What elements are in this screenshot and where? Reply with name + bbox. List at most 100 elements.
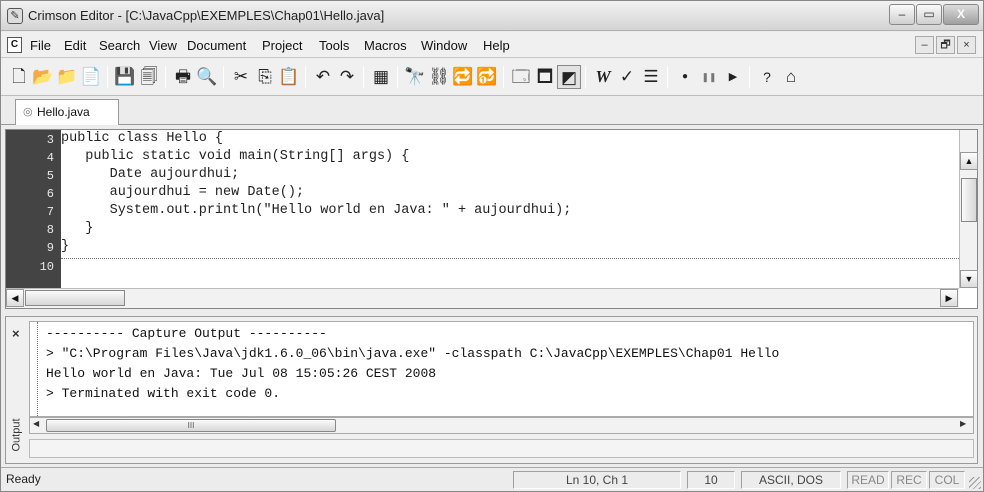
- status-column-mode: COL: [929, 471, 965, 489]
- print-icon[interactable]: 🖶: [171, 65, 195, 89]
- output-scroll-right-button[interactable]: ▶: [960, 419, 966, 428]
- scroll-up-button[interactable]: ▲: [960, 152, 978, 170]
- output-scroll-left-button[interactable]: ◀: [33, 419, 39, 428]
- output-horizontal-scrollbar[interactable]: ◀ III ▶: [29, 417, 974, 434]
- line-number: 3: [46, 133, 54, 147]
- line-number: 5: [46, 169, 54, 183]
- open-file-icon[interactable]: 📄: [79, 65, 103, 89]
- menu-window[interactable]: Window: [421, 38, 467, 53]
- find-next-icon[interactable]: ⛓: [427, 65, 451, 89]
- code-line: public static void main(String[] args) {: [61, 149, 410, 164]
- title-bar[interactable]: ✎ Crimson Editor - [C:\JavaCpp\EXEMPLES\…: [1, 1, 983, 31]
- copy-icon[interactable]: ⎘: [253, 65, 277, 89]
- code-editor[interactable]: 3 4 5 6 7 8 9 10 public class Hello { pu…: [5, 129, 978, 309]
- code-line: System.out.println("Hello world en Java:…: [61, 203, 572, 218]
- editor-vertical-scrollbar[interactable]: ▲ ▼: [959, 130, 978, 288]
- pause-macro-icon[interactable]: ❚❚: [697, 65, 721, 89]
- doc-restore-button[interactable]: 🗗: [936, 36, 955, 54]
- crimson-editor-icon[interactable]: ✎: [7, 8, 23, 24]
- close-output-icon[interactable]: ×: [12, 326, 20, 341]
- line-number: 6: [46, 187, 54, 201]
- replace-icon[interactable]: 🔁: [451, 65, 475, 89]
- menu-edit[interactable]: Edit: [64, 38, 86, 53]
- editor-horizontal-scrollbar[interactable]: ◀ ▶: [6, 288, 959, 308]
- maximize-button[interactable]: ▭: [916, 4, 942, 25]
- code-line: Date aujourdhui;: [61, 167, 240, 182]
- print-preview-icon[interactable]: 🔍: [195, 65, 219, 89]
- menu-view[interactable]: View: [149, 38, 177, 53]
- toolbar-separator: [749, 66, 750, 88]
- open-folder-icon[interactable]: 📂: [31, 65, 55, 89]
- output-margin-line: [37, 322, 38, 416]
- code-line: public class Hello {: [61, 131, 224, 146]
- menu-bar: C File Edit Search View Document Project…: [1, 32, 983, 58]
- output-input-strip: [29, 439, 974, 458]
- document-tab-bar: ◎ Hello.java: [1, 97, 983, 125]
- play-macro-icon[interactable]: ▶: [721, 65, 745, 89]
- paste-icon[interactable]: 📋: [277, 65, 301, 89]
- menu-project[interactable]: Project: [262, 38, 302, 53]
- tab-label: Hello.java: [37, 105, 90, 119]
- scroll-right-button[interactable]: ▶: [940, 289, 958, 307]
- minimize-button[interactable]: –: [889, 4, 915, 25]
- toolbar-separator: [107, 66, 108, 88]
- close-button[interactable]: X: [943, 4, 979, 25]
- scroll-down-button[interactable]: ▼: [960, 270, 978, 288]
- doc-close-button[interactable]: ×: [957, 36, 976, 54]
- redo-icon[interactable]: ↷: [335, 65, 359, 89]
- menu-tools[interactable]: Tools: [319, 38, 349, 53]
- horizontal-scroll-thumb[interactable]: [25, 290, 125, 306]
- menu-document[interactable]: Document: [187, 38, 246, 53]
- open-remote-icon[interactable]: 📁: [55, 65, 79, 89]
- view-toggle-icon[interactable]: 🗔: [509, 65, 533, 89]
- new-file-icon[interactable]: 🗋: [7, 65, 31, 89]
- help-icon[interactable]: ?: [755, 65, 779, 89]
- find-icon[interactable]: 🔭: [403, 65, 427, 89]
- code-line: }: [61, 221, 94, 236]
- find-in-files-icon[interactable]: 🔂: [475, 65, 499, 89]
- output-text-area[interactable]: ---------- Capture Output ---------- > "…: [29, 321, 974, 417]
- toolbar-separator: [585, 66, 586, 88]
- word-wrap-icon[interactable]: W: [591, 65, 615, 89]
- toolbar-separator: [223, 66, 224, 88]
- save-icon[interactable]: 💾: [113, 65, 137, 89]
- tab-hello-java[interactable]: ◎ Hello.java: [15, 99, 119, 125]
- current-line-marker: [61, 258, 959, 259]
- column-mode-icon[interactable]: ▦: [369, 65, 393, 89]
- menu-macros[interactable]: Macros: [364, 38, 407, 53]
- status-cursor-position: Ln 10, Ch 1: [513, 471, 681, 489]
- status-read-mode: READ: [847, 471, 889, 489]
- output-scroll-thumb[interactable]: III: [46, 419, 336, 432]
- line-numbers-icon[interactable]: ☰: [639, 65, 663, 89]
- spell-check-icon[interactable]: ✓: [615, 65, 639, 89]
- vertical-scroll-thumb[interactable]: [961, 178, 977, 222]
- output-window-icon[interactable]: 🗖: [533, 65, 557, 89]
- code-line: aujourdhui = new Date();: [61, 185, 305, 200]
- app-window: ✎ Crimson Editor - [C:\JavaCpp\EXEMPLES\…: [0, 0, 984, 492]
- undo-icon[interactable]: ↶: [311, 65, 335, 89]
- output-line: Hello world en Java: Tue Jul 08 15:05:26…: [46, 366, 437, 381]
- code-line: }: [61, 239, 70, 254]
- toolbar-separator: [397, 66, 398, 88]
- doc-minimize-button[interactable]: –: [915, 36, 934, 54]
- resize-grip-icon[interactable]: [969, 477, 981, 489]
- cut-icon[interactable]: ✂: [229, 65, 253, 89]
- document-menu-icon[interactable]: C: [7, 37, 22, 53]
- file-tab-icon: ◎: [23, 106, 33, 118]
- save-all-icon[interactable]: 🗐: [137, 65, 161, 89]
- code-text-area[interactable]: public class Hello { public static void …: [61, 130, 959, 288]
- home-icon[interactable]: ⌂: [779, 65, 803, 89]
- directory-tree-icon[interactable]: ◩: [557, 65, 581, 89]
- toolbar: 🗋 📂 📁 📄 💾 🗐 🖶 🔍 ✂ ⎘ 📋 ↶ ↷ ▦ 🔭 ⛓ 🔁 🔂 🗔 🗖 …: [1, 58, 983, 96]
- scroll-left-button[interactable]: ◀: [6, 289, 24, 307]
- line-number-gutter: 3 4 5 6 7 8 9 10: [6, 130, 61, 288]
- window-title: Crimson Editor - [C:\JavaCpp\EXEMPLES\Ch…: [28, 8, 385, 23]
- status-bar: Ready Ln 10, Ch 1 10 ASCII, DOS READ REC…: [1, 467, 983, 491]
- menu-file[interactable]: File: [30, 38, 51, 53]
- menu-help[interactable]: Help: [483, 38, 510, 53]
- status-line-count: 10: [687, 471, 735, 489]
- menu-search[interactable]: Search: [99, 38, 140, 53]
- record-macro-icon[interactable]: ●: [673, 65, 697, 89]
- output-line: > "C:\Program Files\Java\jdk1.6.0_06\bin…: [46, 346, 780, 361]
- toolbar-separator: [503, 66, 504, 88]
